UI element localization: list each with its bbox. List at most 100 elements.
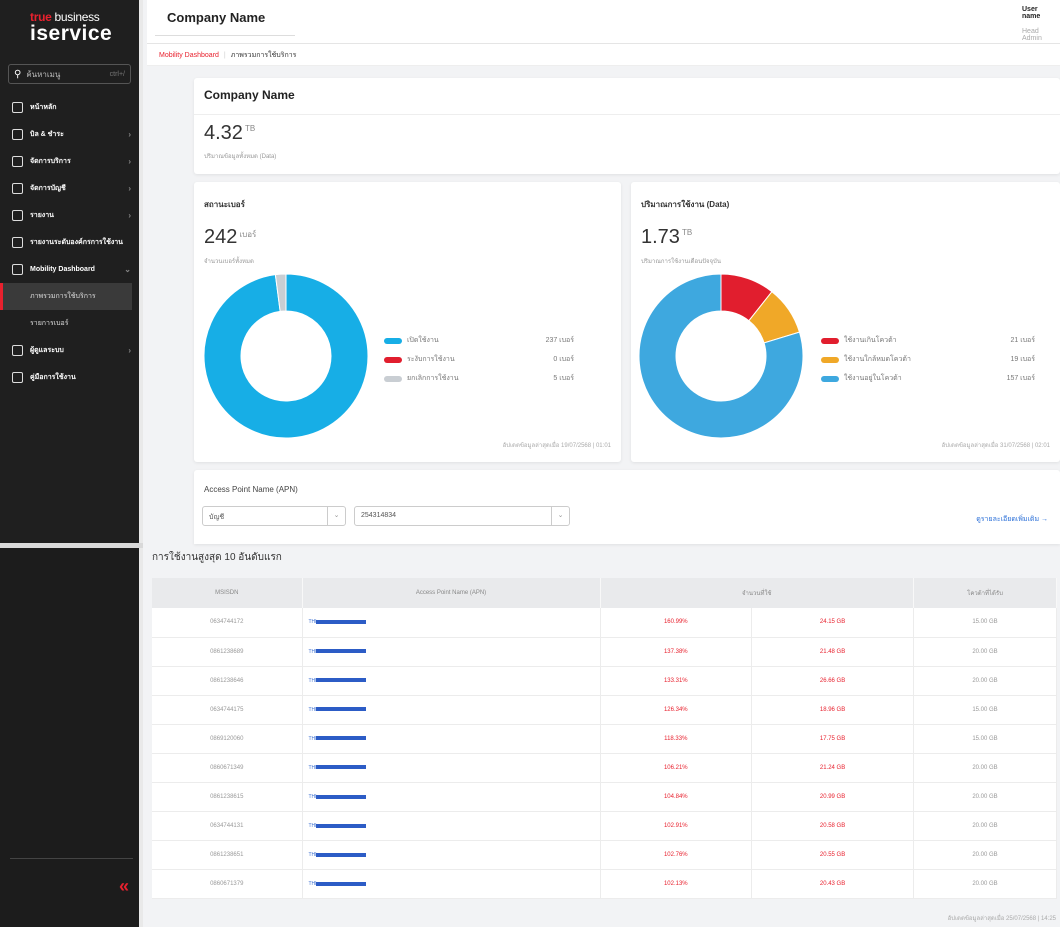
menu-icon bbox=[12, 183, 23, 194]
table-row[interactable]: 0861238615 THI 104.84% 20.99 GB 20.00 GB bbox=[152, 782, 1057, 813]
chevron-icon: › bbox=[128, 184, 131, 193]
sidebar-item[interactable]: บิล & ชำระ › bbox=[0, 121, 139, 148]
collapse-sidebar-icon[interactable]: « bbox=[119, 876, 129, 897]
cell-pct: 106.21% bbox=[600, 753, 753, 784]
table-row[interactable]: 0860671379 THI 102.13% 20.43 GB 20.00 GB bbox=[152, 869, 1057, 900]
sidebar: true business iservice ⚲ ค้นหาเมนู ctrl+… bbox=[0, 0, 143, 927]
summary-divider bbox=[194, 114, 1060, 115]
cell-msisdn: 0861238651 bbox=[152, 840, 303, 871]
redacted-mask bbox=[315, 707, 366, 712]
legend-swatch bbox=[384, 356, 402, 363]
search-shortcut: ctrl+/ bbox=[109, 70, 125, 78]
status-legend: เปิดใช้งาน 237 เบอร์ ระงับการใช้งาน 0 เบอร์… bbox=[384, 331, 574, 388]
redacted-mask bbox=[315, 736, 366, 741]
table-row[interactable]: 0634744131 THI 102.91% 20.58 GB 20.00 GB bbox=[152, 811, 1057, 842]
status-unit: เบอร์ bbox=[239, 230, 257, 239]
cell-pct: 118.33% bbox=[600, 724, 753, 754]
apn-title: Access Point Name (APN) bbox=[204, 485, 298, 494]
user-info[interactable]: User name Head Admin bbox=[1022, 6, 1056, 42]
legend-label: ระงับการใช้งาน bbox=[407, 356, 455, 363]
number-select[interactable]: 254314834 ⌄ bbox=[354, 506, 570, 526]
usage-card: ปริมาณการใช้งาน (Data) 1.73 TB ปริมาณการใ… bbox=[631, 182, 1060, 462]
summary-caption: ปริมาณข้อมูลทั้งหมด (Data) bbox=[204, 154, 277, 160]
table-row[interactable]: 0861238646 THI 133.31% 26.66 GB 20.00 GB bbox=[152, 666, 1057, 696]
cell-apn: THI bbox=[302, 782, 601, 813]
cell-quota: 15.00 GB bbox=[913, 724, 1057, 754]
sidebar-search[interactable]: ⚲ ค้นหาเมนู ctrl+/ bbox=[8, 64, 131, 84]
sidebar-subitem[interactable]: รายการเบอร์ bbox=[0, 310, 139, 337]
top10-table: MSISDN Access Point Name (APN) จำนวนที่ใ… bbox=[152, 578, 1057, 900]
sidebar-item[interactable]: จัดการบัญชี › bbox=[0, 175, 139, 202]
account-select-value: บัญชี bbox=[209, 514, 225, 521]
cell-used: 17.75 GB bbox=[751, 724, 914, 754]
chevron-icon: › bbox=[128, 211, 131, 220]
table-row[interactable]: 0860671349 THI 106.21% 21.24 GB 20.00 GB bbox=[152, 753, 1057, 784]
table-row[interactable]: 0869120060 THI 118.33% 17.75 GB 15.00 GB bbox=[152, 724, 1057, 754]
table-row[interactable]: 0634744172 THI 160.99% 24.15 GB 15.00 GB bbox=[152, 608, 1057, 638]
number-select-value: 254314834 bbox=[361, 512, 397, 519]
sidebar-item-label: รายงาน bbox=[30, 212, 54, 219]
cell-pct: 126.34% bbox=[600, 695, 753, 725]
brand-iservice: iservice bbox=[30, 22, 113, 45]
usage-caption: ปริมาณการใช้งานเดือนปัจจุบัน bbox=[641, 259, 721, 265]
legend-value: 237 เบอร์ bbox=[545, 337, 574, 344]
cell-pct: 160.99% bbox=[600, 608, 753, 638]
legend-swatch bbox=[384, 337, 402, 344]
redacted-mask bbox=[315, 823, 366, 828]
legend-swatch bbox=[821, 375, 839, 382]
cell-used: 21.48 GB bbox=[751, 637, 914, 667]
sidebar-subitem[interactable]: ภาพรวมการใช้บริการ bbox=[0, 283, 132, 310]
collapse-divider bbox=[10, 858, 133, 859]
view-details-link[interactable]: ดูรายละเอียดเพิ่มเติม → bbox=[976, 514, 1048, 525]
brand-logo[interactable]: true business iservice bbox=[0, 0, 139, 60]
breadcrumb: Mobility Dashboard | ภาพรวมการใช้บริการ bbox=[147, 44, 1060, 66]
table-updated: อัปเดตข้อมูลล่าสุดเมื่อ 25/07/2568 | 14:… bbox=[947, 916, 1056, 922]
sidebar-item-label: Mobility Dashboard bbox=[30, 266, 95, 273]
company-name-tab[interactable]: Company Name bbox=[155, 2, 295, 36]
cell-apn: THI bbox=[302, 840, 601, 871]
cell-apn: THI bbox=[302, 753, 601, 784]
legend-item: ยกเลิกการใช้งาน 5 เบอร์ bbox=[384, 369, 574, 388]
redacted-mask bbox=[315, 649, 366, 654]
sidebar-item[interactable]: รายงานระดับองค์กรการใช้งาน bbox=[0, 229, 139, 256]
cell-used: 20.43 GB bbox=[751, 869, 914, 900]
sidebar-item[interactable]: จัดการบริการ › bbox=[0, 148, 139, 175]
account-select[interactable]: บัญชี ⌄ bbox=[202, 506, 346, 526]
redacted-mask bbox=[315, 852, 366, 857]
col-msisdn: MSISDN bbox=[152, 578, 303, 608]
sidebar-item[interactable]: คู่มือการใช้งาน bbox=[0, 364, 139, 391]
summary-title: Company Name bbox=[204, 88, 295, 102]
table-row[interactable]: 0861238651 THI 102.76% 20.55 GB 20.00 GB bbox=[152, 840, 1057, 871]
status-number: 242 bbox=[204, 226, 238, 248]
cell-apn: THI bbox=[302, 666, 601, 696]
cell-apn: THI bbox=[302, 811, 601, 842]
table-row[interactable]: 0861238689 THI 137.38% 21.48 GB 20.00 GB bbox=[152, 637, 1057, 667]
sidebar-item[interactable]: รายงาน › bbox=[0, 202, 139, 229]
sidebar-item-label: จัดการบัญชี bbox=[30, 185, 66, 192]
cell-quota: 20.00 GB bbox=[913, 637, 1057, 667]
sidebar-item[interactable]: ผู้ดูแลระบบ › bbox=[0, 337, 139, 364]
cell-msisdn: 0634744175 bbox=[152, 695, 303, 725]
sidebar-item-label: คู่มือการใช้งาน bbox=[30, 374, 76, 381]
sidebar-item[interactable]: Mobility Dashboard ⌄ bbox=[0, 256, 139, 283]
legend-label: ยกเลิกการใช้งาน bbox=[407, 375, 459, 382]
breadcrumb-root[interactable]: Mobility Dashboard bbox=[159, 52, 219, 59]
breadcrumb-current: ภาพรวมการใช้บริการ bbox=[230, 52, 297, 59]
sidebar-subitem-label: รายการเบอร์ bbox=[30, 320, 69, 327]
cell-quota: 20.00 GB bbox=[913, 811, 1057, 842]
status-updated: อัปเดตข้อมูลล่าสุดเมื่อ 19/07/2568 | 01:… bbox=[502, 443, 611, 449]
table-row[interactable]: 0634744175 THI 126.34% 18.96 GB 15.00 GB bbox=[152, 695, 1057, 725]
summary-card: Company Name 4.32 TB ปริมาณข้อมูลทั้งหมด … bbox=[194, 78, 1060, 174]
cell-used: 20.55 GB bbox=[751, 840, 914, 871]
cell-pct: 102.91% bbox=[600, 811, 753, 842]
legend-value: 157 เบอร์ bbox=[1006, 375, 1035, 382]
sidebar-top: true business iservice ⚲ ค้นหาเมนู ctrl+… bbox=[0, 0, 139, 545]
sidebar-item[interactable]: หน้าหลัก bbox=[0, 94, 139, 121]
sidebar-item-label: บิล & ชำระ bbox=[30, 131, 64, 138]
col-used: จำนวนที่ใช้ bbox=[600, 578, 914, 608]
cell-apn: THI bbox=[302, 608, 601, 638]
legend-swatch bbox=[821, 356, 839, 363]
usage-title: ปริมาณการใช้งาน (Data) bbox=[641, 200, 730, 209]
cell-quota: 20.00 GB bbox=[913, 840, 1057, 871]
apn-card: Access Point Name (APN) บัญชี ⌄ 25431483… bbox=[194, 470, 1060, 544]
